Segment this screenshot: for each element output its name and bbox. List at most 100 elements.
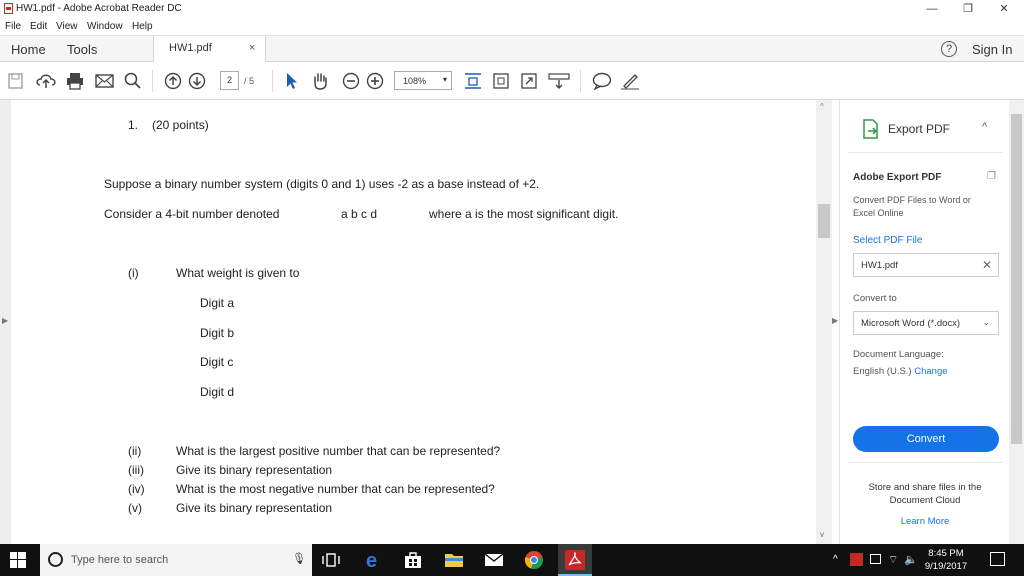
acrobat-pdf-icon [4,3,13,14]
zoom-select[interactable]: 108% ▾ [394,71,452,90]
part-text: What is the largest positive number that… [176,444,501,458]
minimize-button[interactable]: — [914,0,950,18]
document-language-label: Document Language: [853,349,944,360]
help-icon[interactable]: ? [941,41,957,57]
digit-b: Digit b [200,326,235,340]
scrollbar-thumb[interactable] [818,204,830,238]
upload-cloud-icon[interactable] [36,72,56,90]
network-icon[interactable]: ⌔ [888,553,898,567]
menu-help[interactable]: Help [132,21,153,32]
sign-pen-icon[interactable] [620,72,640,90]
store-icon[interactable] [404,551,424,571]
svg-text:e: e [366,550,377,570]
volume-icon[interactable]: 🔈 [904,553,918,566]
toolbar-divider [272,70,273,92]
acrobat-taskbar-button[interactable] [558,544,592,576]
save-icon[interactable] [8,72,24,90]
select-cursor-icon[interactable] [285,72,299,90]
print-icon[interactable] [66,72,84,90]
task-view-icon[interactable] [322,552,342,572]
email-icon[interactable] [95,72,115,90]
menu-file[interactable]: File [5,21,21,32]
learn-more-link[interactable]: Learn More [850,516,1000,527]
menu-window[interactable]: Window [87,21,123,32]
mail-icon[interactable] [484,552,504,572]
hand-tool-icon[interactable] [310,72,330,90]
tab-document[interactable]: HW1.pdf × [153,36,266,62]
search-placeholder: Type here to search [71,554,169,566]
previous-page-icon[interactable] [164,72,182,90]
tab-home[interactable]: Home [11,42,46,57]
language-row: English (U.S.) Change [853,366,948,377]
part-text: What is the most negative number that ca… [176,482,495,496]
next-page-icon[interactable] [188,72,206,90]
taskbar: Type here to search 🎙 e ^ ⌔ 🔈 8:45 PM 9/… [0,544,1024,576]
digit-d: Digit d [200,385,235,399]
export-pdf-title[interactable]: Export PDF [888,122,950,136]
pane-scrollbar-thumb[interactable] [1011,114,1022,444]
convert-button[interactable]: Convert [853,426,999,452]
export-pdf-icon [862,119,880,144]
question-number: 1. [128,118,139,132]
close-tab-icon[interactable]: × [249,42,255,54]
toolbar-divider [580,70,581,92]
part-text: Give its binary representation [176,463,333,477]
digit-a: Digit a [200,296,235,310]
page-number-input[interactable]: 2 [220,71,239,90]
collapse-right-pane-icon[interactable]: ▶ [832,316,838,325]
chrome-icon[interactable] [524,550,544,570]
action-center-icon[interactable] [990,552,1005,566]
tab-tools[interactable]: Tools [67,42,97,57]
document-scrollbar[interactable]: ^ v [816,100,832,544]
show-hidden-icons[interactable]: ^ [833,554,838,565]
clock[interactable]: 8:45 PM 9/19/2017 [918,547,974,573]
taskbar-search[interactable]: Type here to search 🎙 [40,544,312,576]
msd-text: where a is the most significant digit. [429,207,619,221]
toolbar-divider [152,70,153,92]
scroll-up-icon[interactable]: ^ [820,102,824,111]
edge-browser-icon[interactable]: e [364,550,384,572]
title-bar: HW1.pdf - Adobe Acrobat Reader DC — ❐ ✕ [0,0,1024,18]
chevron-up-icon[interactable]: ^ [982,121,987,133]
pane-scrollbar[interactable] [1009,100,1024,544]
security-tray-icon[interactable] [850,553,863,566]
file-field[interactable]: HW1.pdf ✕ [853,253,999,277]
zoom-out-icon[interactable] [342,72,360,90]
format-select[interactable]: Microsoft Word (*.docx) ⌄ [853,311,999,335]
search-icon[interactable] [124,72,142,90]
pane-divider [848,152,1003,153]
sign-in-link[interactable]: Sign In [972,42,1012,57]
select-file-link[interactable]: Select PDF File [853,235,922,246]
scroll-down-icon[interactable]: v [820,530,824,539]
comment-icon[interactable] [592,72,612,90]
menu-bar: File Edit View Window Help [0,18,1024,35]
clear-file-icon[interactable]: ✕ [982,258,992,272]
page-total: / 5 [244,76,255,86]
change-language-link[interactable]: Change [914,366,947,377]
section-title: Adobe Export PDF [853,172,942,183]
store-share-text: Store and share files in the Document Cl… [868,482,982,506]
close-window-button[interactable]: ✕ [986,0,1022,18]
convert-to-label: Convert to [853,293,897,304]
restore-button[interactable]: ❐ [950,0,986,18]
file-value: HW1.pdf [861,260,898,271]
document-tab-label: HW1.pdf [169,42,212,54]
tab-bar: Home Tools HW1.pdf × ? Sign In [0,35,1024,62]
windows-start-icon[interactable] [10,552,30,572]
menu-edit[interactable]: Edit [30,21,47,32]
menu-view[interactable]: View [56,21,78,32]
section-description: Convert PDF Files to Word or Excel Onlin… [853,195,971,218]
microphone-icon[interactable]: 🎙 [292,552,306,565]
zoom-caret-icon: ▾ [442,75,447,84]
expand-left-pane-icon[interactable]: ▶ [2,316,8,325]
chevron-down-icon: ⌄ [982,317,990,327]
full-screen-icon[interactable] [520,72,538,90]
fit-page-icon[interactable] [464,72,482,90]
rotate-view-icon[interactable] [492,72,510,90]
battery-icon[interactable] [870,554,881,564]
copy-icon[interactable]: ❐ [987,171,996,182]
zoom-in-icon[interactable] [366,72,384,90]
clock-date: 9/19/2017 [924,561,968,572]
file-explorer-icon[interactable] [444,551,464,571]
scroll-mode-icon[interactable] [548,72,570,90]
